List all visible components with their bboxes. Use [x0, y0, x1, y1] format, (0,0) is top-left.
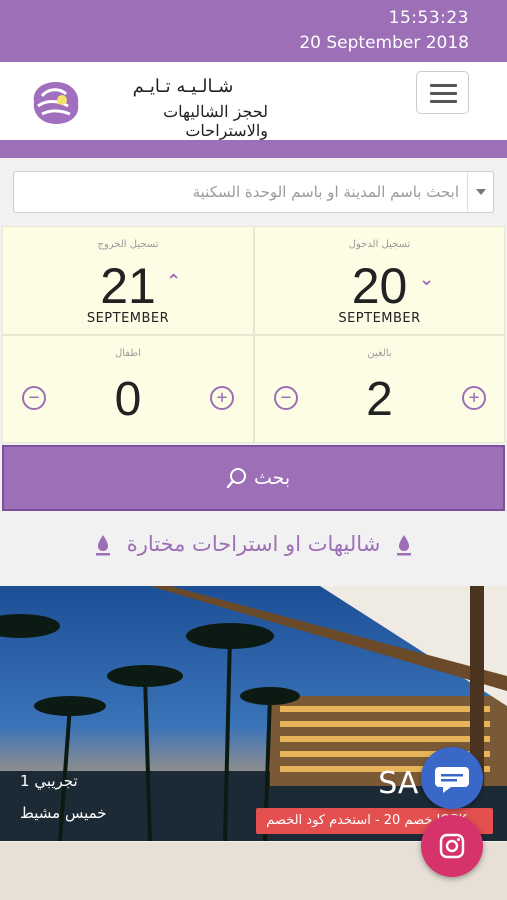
header-divider: [0, 140, 507, 158]
listing-city: خميس مشيط: [20, 804, 107, 822]
menu-button[interactable]: [416, 71, 469, 114]
logo-title: شـالـيـه تـايـم: [132, 76, 234, 97]
chat-icon: [435, 767, 469, 793]
instagram-icon: [439, 833, 465, 859]
featured-heading: شاليهات او استراحات مختارة: [0, 532, 507, 557]
checkin-date[interactable]: تسجيل الدخول 20 ⌄ SEPTEMBER: [254, 226, 505, 335]
status-bar: 15:53:23 20 September 2018: [0, 0, 507, 62]
site-header: شـالـيـه تـايـم لحجز الشاليهات والاستراح…: [0, 62, 507, 140]
menu-icon: [430, 84, 457, 87]
checkin-label: تسجيل الدخول: [348, 239, 411, 250]
dropdown-arrow-icon[interactable]: [467, 172, 493, 212]
pin-icon: [396, 535, 411, 556]
checkin-month: SEPTEMBER: [338, 311, 421, 326]
instagram-button[interactable]: [421, 815, 483, 877]
logo-subtitle: لحجز الشاليهات والاستراحات: [163, 102, 268, 140]
checkout-label: تسجيل الخروج: [97, 239, 159, 250]
adults-label: بالغين: [367, 348, 392, 359]
chevron-up-icon[interactable]: ⌃: [166, 271, 181, 292]
search-select[interactable]: ابحث باسم المدينة او باسم الوحدة السكنية: [13, 171, 494, 213]
checkout-day: 21: [100, 258, 156, 314]
chat-button[interactable]: [421, 747, 483, 809]
search-placeholder: ابحث باسم المدينة او باسم الوحدة السكنية: [192, 183, 459, 201]
checkout-date[interactable]: تسجيل الخروج 21 ⌃ SEPTEMBER: [2, 226, 254, 335]
status-date: 20 September 2018: [299, 33, 469, 53]
adults-counter: بالغين − 2 +: [254, 335, 505, 443]
search-button[interactable]: بحث: [2, 445, 505, 511]
checkout-month: SEPTEMBER: [86, 311, 170, 326]
listing-name: تجريبي 1: [20, 772, 78, 790]
logo-mark-icon: [33, 82, 79, 124]
children-increment-icon[interactable]: +: [210, 386, 234, 410]
site-logo[interactable]: شـالـيـه تـايـم لحجز الشاليهات والاستراح…: [28, 74, 268, 140]
search-button-label: بحث: [254, 467, 291, 489]
chevron-down-icon[interactable]: ⌄: [419, 269, 434, 290]
children-counter: اطفال − 0 +: [2, 335, 254, 443]
adults-increment-icon[interactable]: +: [462, 386, 486, 410]
children-label: اطفال: [114, 348, 142, 359]
checkin-day: 20: [351, 258, 408, 314]
pin-icon: [96, 535, 110, 556]
featured-title: شاليهات او استراحات مختارة: [126, 532, 381, 556]
search-icon: [226, 468, 246, 489]
status-time: 15:53:23: [388, 8, 469, 28]
